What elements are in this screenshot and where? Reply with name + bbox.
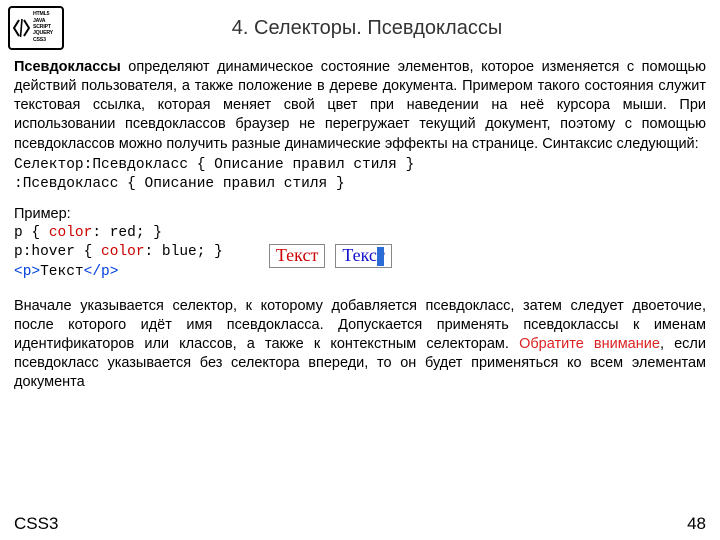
example-line-2: p:hover { color: blue; } [14,243,223,263]
syntax-line-1: Селектор:Псевдокласс { Описание правил с… [14,156,706,176]
attention-text: Обратите внимание [519,336,660,352]
code-brackets-icon [13,11,30,45]
logo-tag: CSS3 [33,38,59,44]
page-number: 48 [687,514,706,534]
tech-logo: HTML5 JAVA SCRIPT JQUERY CSS3 [8,6,64,50]
syntax-line-2: :Псевдокласс { Описание правил стиля } [14,175,706,195]
footer-left: CSS3 [14,514,58,534]
render-hover: Текст [335,244,391,268]
page-title: 4. Селекторы. Псевдоклассы [64,17,710,40]
example-label: Пример: [14,205,706,224]
footer: CSS3 48 [0,514,720,540]
render-default: Текст [269,244,325,268]
intro-paragraph: Псевдоклассы определяют динамическое сос… [14,58,706,154]
header: HTML5 JAVA SCRIPT JQUERY CSS3 4. Селекто… [0,0,720,54]
content-body: Псевдоклассы определяют динамическое сос… [0,54,720,514]
text-cursor-icon [377,247,384,266]
logo-tag: JAVA SCRIPT [33,19,59,30]
example-line-1: p { color: red; } [14,224,223,244]
intro-bold: Псевдоклассы [14,59,121,75]
render-illustration: Текст Текст [269,244,392,268]
example-line-3: <p>Текст</p> [14,263,223,283]
explanation-paragraph: Вначале указывается селектор, к которому… [14,297,706,393]
